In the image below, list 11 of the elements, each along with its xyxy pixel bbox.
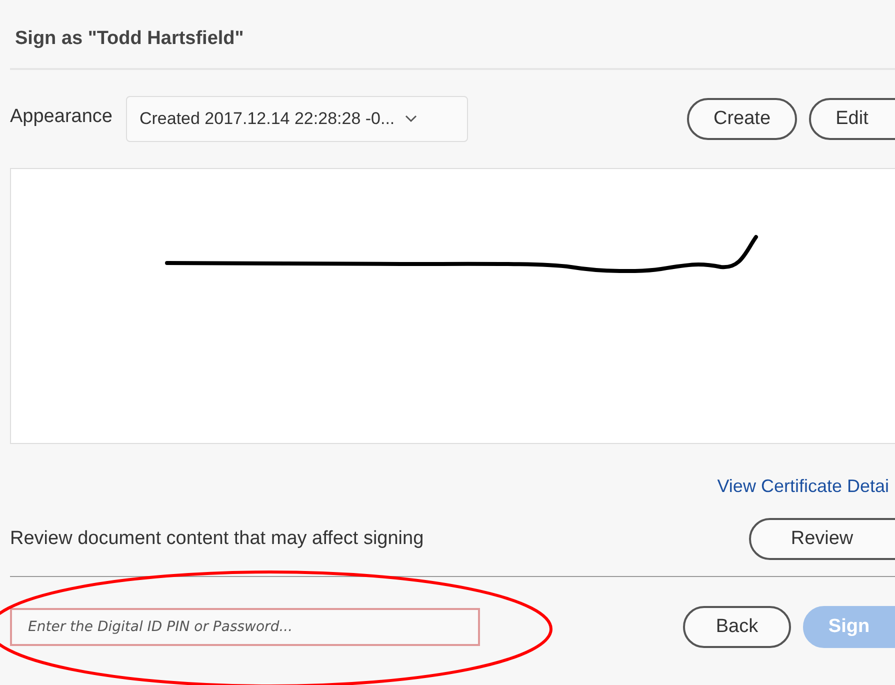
chevron-down-icon bbox=[404, 115, 417, 123]
review-description: Review document content that may affect signing bbox=[10, 528, 424, 550]
create-button[interactable]: Create bbox=[687, 98, 797, 140]
edit-button[interactable]: Edit bbox=[809, 98, 895, 140]
review-button[interactable]: Review bbox=[749, 518, 895, 560]
dialog-title: Sign as "Todd Hartsfield" bbox=[15, 27, 244, 50]
pin-input-field[interactable]: Enter the Digital ID PIN or Password... bbox=[10, 608, 480, 646]
view-certificate-link[interactable]: View Certificate Detai bbox=[717, 476, 889, 496]
appearance-label: Appearance bbox=[10, 106, 112, 128]
back-button[interactable]: Back bbox=[683, 606, 791, 648]
appearance-dropdown[interactable]: Created 2017.12.14 22:28:28 -0... bbox=[126, 96, 468, 142]
